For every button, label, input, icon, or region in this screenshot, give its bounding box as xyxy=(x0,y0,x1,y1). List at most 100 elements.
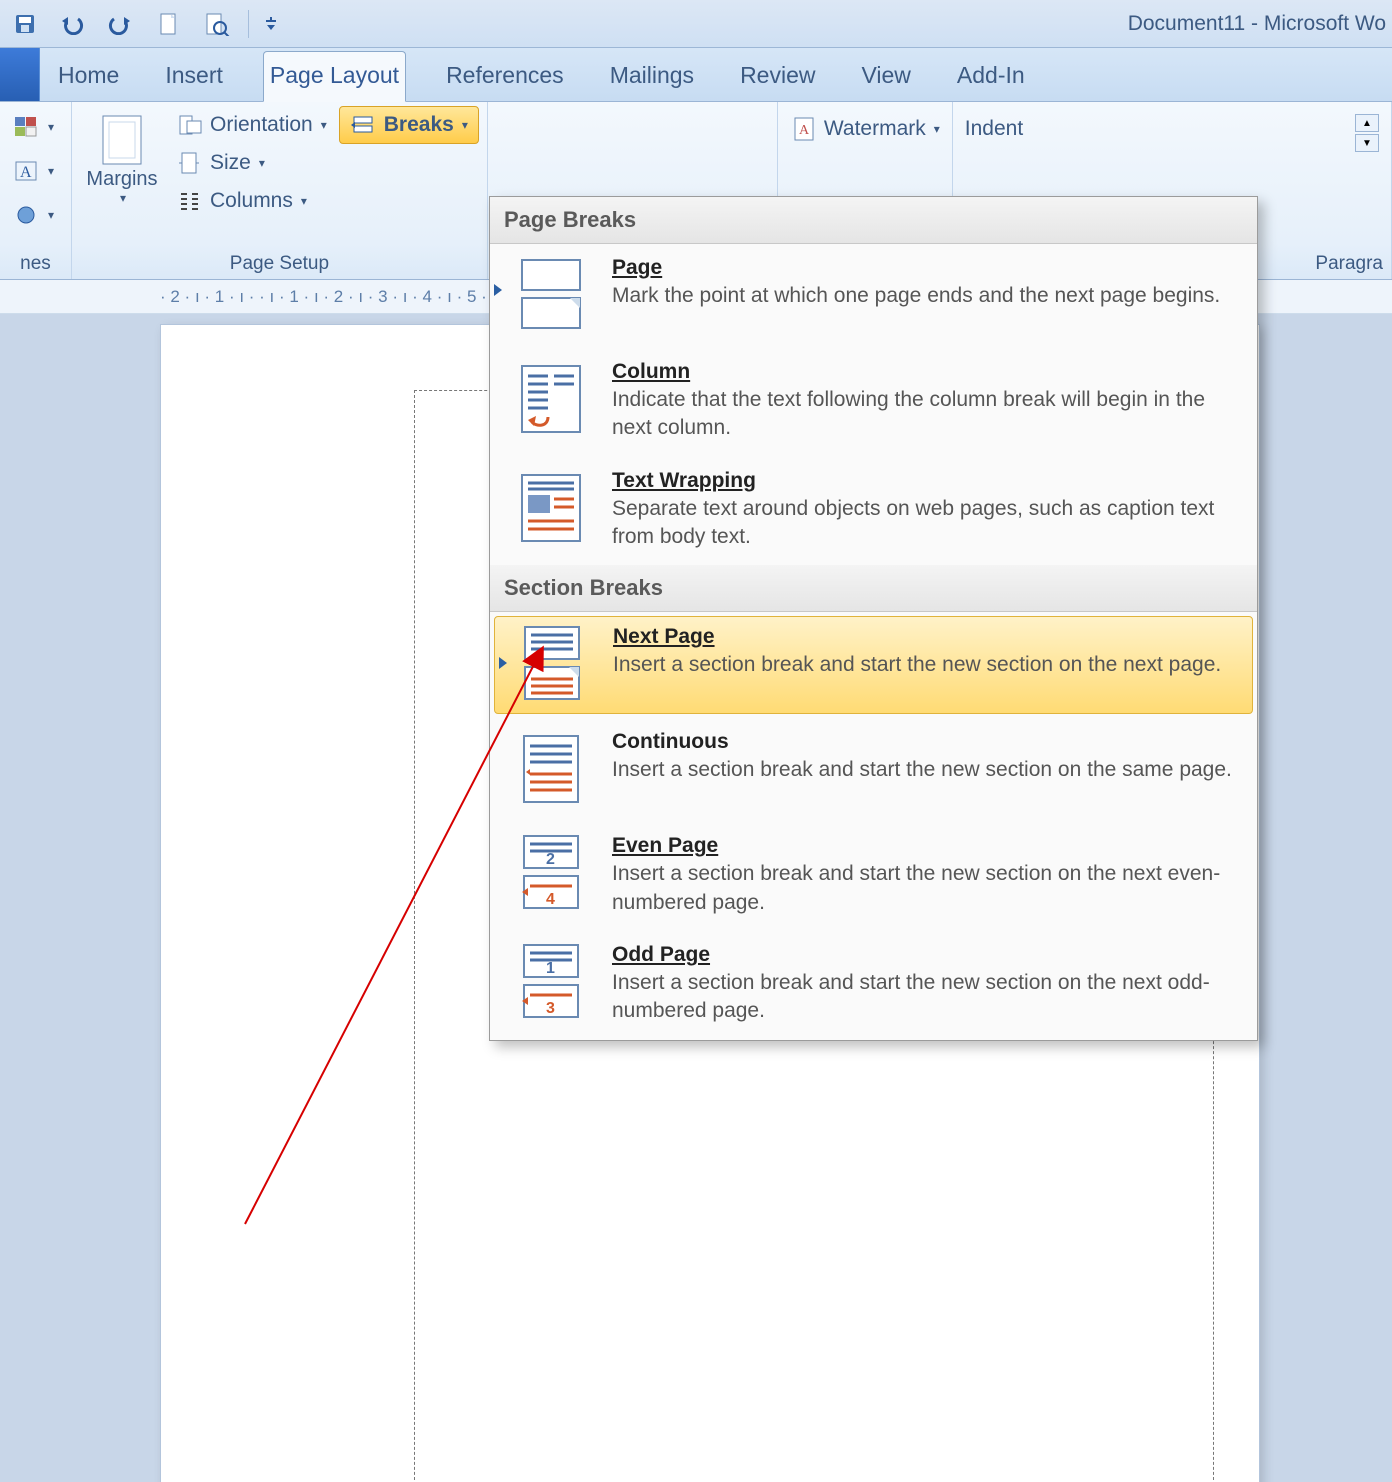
redo-icon[interactable] xyxy=(102,8,140,40)
themes-buttons: ▾ A▾ ▾ xyxy=(8,106,63,234)
menu-title: Even Page xyxy=(612,834,718,857)
qat-separator xyxy=(248,10,249,38)
menu-item-column-break[interactable]: Column Indicate that the text following … xyxy=(490,348,1257,457)
print-preview-icon[interactable] xyxy=(198,8,236,40)
menu-desc: Insert a section break and start the new… xyxy=(613,651,1238,679)
column-break-icon xyxy=(512,360,590,438)
svg-text:A: A xyxy=(799,123,810,138)
section-breaks-header: Section Breaks xyxy=(490,565,1257,612)
breaks-dropdown: Page Breaks Page Mark the point at which… xyxy=(489,196,1258,1041)
qat-customize-icon[interactable] xyxy=(261,8,281,40)
theme-effects-button[interactable]: ▾ xyxy=(8,196,63,234)
menu-item-text-wrapping-break[interactable]: Text Wrapping Separate text around objec… xyxy=(490,457,1257,566)
svg-text:3: 3 xyxy=(546,1000,555,1017)
menu-desc: Insert a section break and start the new… xyxy=(612,969,1239,1026)
odd-page-icon: 1 3 xyxy=(512,943,590,1021)
tab-page-layout[interactable]: Page Layout xyxy=(263,51,406,102)
tab-references[interactable]: References xyxy=(440,52,570,101)
columns-icon xyxy=(176,189,204,213)
watermark-label: Watermark xyxy=(824,117,926,141)
menu-item-even-page[interactable]: 2 4 Even Page Insert a section break and… xyxy=(490,822,1257,931)
ribbon-tabs: Home Insert Page Layout References Maili… xyxy=(0,48,1392,102)
indent-spinner[interactable]: ▲ ▼ xyxy=(1339,110,1383,152)
menu-title: Odd Page xyxy=(612,943,710,966)
menu-desc: Insert a section break and start the new… xyxy=(612,756,1239,784)
margins-icon xyxy=(99,112,145,168)
title-bar: Document11 - Microsoft Wo xyxy=(0,0,1392,48)
tab-insert[interactable]: Insert xyxy=(159,52,229,101)
menu-title: Next Page xyxy=(613,625,715,648)
dropdown-arrow-icon: ▾ xyxy=(48,208,54,222)
even-page-icon: 2 4 xyxy=(512,834,590,912)
page-break-icon xyxy=(512,256,590,334)
svg-text:2: 2 xyxy=(546,851,555,868)
menu-marker-icon xyxy=(494,284,502,296)
dropdown-arrow-icon: ▾ xyxy=(48,164,54,178)
menu-title: Column xyxy=(612,360,690,383)
spinner-up-icon[interactable]: ▲ xyxy=(1355,114,1379,132)
next-page-icon xyxy=(513,625,591,703)
menu-desc: Separate text around objects on web page… xyxy=(612,495,1239,552)
menu-item-continuous[interactable]: Continuous Insert a section break and st… xyxy=(490,718,1257,822)
columns-button[interactable]: Columns ▾ xyxy=(172,182,331,220)
quick-access-toolbar xyxy=(0,8,281,40)
menu-desc: Indicate that the text following the col… xyxy=(612,386,1239,443)
new-doc-icon[interactable] xyxy=(150,8,188,40)
menu-title: Page xyxy=(612,256,662,279)
group-page-setup: Margins ▾ Orientation ▾ Size ▾ Columns ▾ Br… xyxy=(72,102,488,279)
theme-fonts-button[interactable]: A▾ xyxy=(8,152,63,190)
margins-button[interactable]: Margins ▾ xyxy=(80,106,164,211)
size-label: Size xyxy=(210,151,251,175)
orientation-label: Orientation xyxy=(210,113,313,137)
orientation-icon xyxy=(176,113,204,137)
dropdown-arrow-icon: ▾ xyxy=(120,191,126,205)
watermark-icon: A xyxy=(790,117,818,141)
tab-mailings[interactable]: Mailings xyxy=(604,52,700,101)
breaks-label: Breaks xyxy=(384,113,454,137)
dropdown-arrow-icon: ▾ xyxy=(462,118,468,132)
group-themes: ▾ A▾ ▾ nes xyxy=(0,102,72,279)
theme-fonts-icon: A xyxy=(12,159,40,183)
menu-item-next-page[interactable]: Next Page Insert a section break and sta… xyxy=(494,616,1253,714)
page-breaks-header: Page Breaks xyxy=(490,197,1257,244)
menu-desc: Mark the point at which one page ends an… xyxy=(612,282,1239,310)
group-label-page-setup: Page Setup xyxy=(80,249,479,277)
svg-text:1: 1 xyxy=(546,960,555,977)
dropdown-arrow-icon: ▾ xyxy=(934,122,940,136)
theme-effects-icon xyxy=(12,203,40,227)
breaks-icon xyxy=(350,113,378,137)
watermark-button[interactable]: A Watermark ▾ xyxy=(786,110,944,148)
margins-label: Margins xyxy=(86,168,157,191)
dropdown-arrow-icon: ▾ xyxy=(48,120,54,134)
dropdown-arrow-icon: ▾ xyxy=(301,194,307,208)
tab-home[interactable]: Home xyxy=(52,52,125,101)
theme-colors-icon xyxy=(12,115,40,139)
menu-marker-icon xyxy=(499,657,507,669)
indent-label-area: Indent xyxy=(961,110,1027,148)
size-button[interactable]: Size ▾ xyxy=(172,144,331,182)
tab-view[interactable]: View xyxy=(855,52,916,101)
menu-item-odd-page[interactable]: 1 3 Odd Page Insert a section break and … xyxy=(490,931,1257,1040)
tab-addins[interactable]: Add-In xyxy=(951,52,1031,101)
breaks-button[interactable]: Breaks ▾ xyxy=(339,106,479,144)
undo-icon[interactable] xyxy=(54,8,92,40)
dropdown-arrow-icon: ▾ xyxy=(321,118,327,132)
columns-label: Columns xyxy=(210,189,293,213)
svg-text:4: 4 xyxy=(546,891,555,908)
menu-title: Continuous xyxy=(612,730,729,753)
dropdown-arrow-icon: ▾ xyxy=(259,156,265,170)
menu-item-page-break[interactable]: Page Mark the point at which one page en… xyxy=(490,244,1257,348)
continuous-icon xyxy=(512,730,590,808)
svg-text:A: A xyxy=(20,164,32,181)
save-icon[interactable] xyxy=(6,8,44,40)
theme-colors-button[interactable]: ▾ xyxy=(8,108,63,146)
size-icon xyxy=(176,151,204,175)
text-wrapping-icon xyxy=(512,469,590,547)
menu-title: Text Wrapping xyxy=(612,469,756,492)
file-tab[interactable] xyxy=(0,48,40,101)
spinner-down-icon[interactable]: ▼ xyxy=(1355,134,1379,152)
indent-label: Indent xyxy=(965,117,1023,141)
menu-desc: Insert a section break and start the new… xyxy=(612,860,1239,917)
tab-review[interactable]: Review xyxy=(734,52,821,101)
orientation-button[interactable]: Orientation ▾ xyxy=(172,106,331,144)
